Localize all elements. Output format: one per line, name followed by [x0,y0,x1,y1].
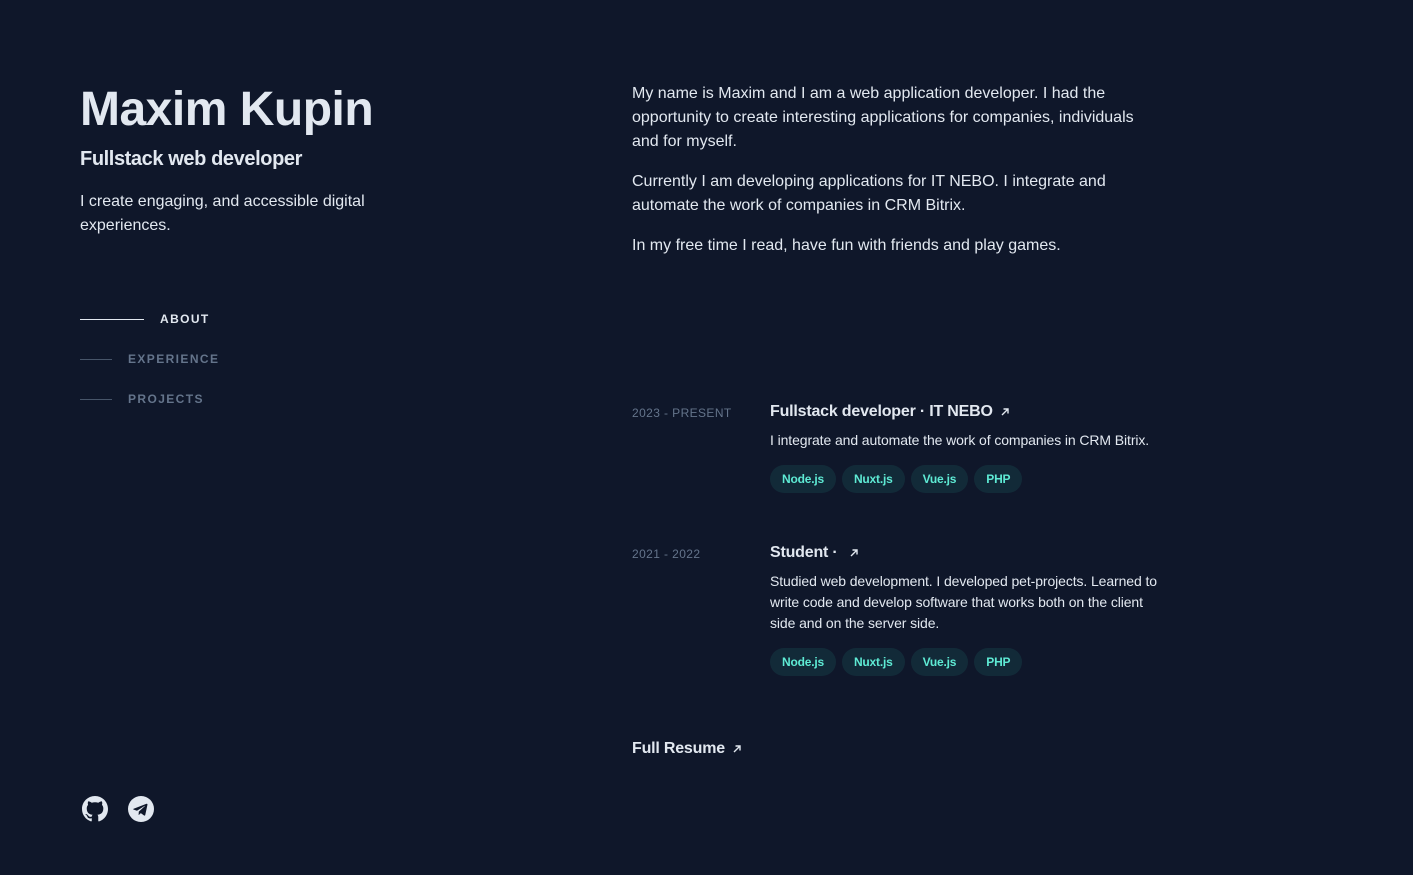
tech-tag: Nuxt.js [841,465,905,493]
about-paragraph: My name is Maxim and I am a web applicat… [632,85,1134,150]
nav-label: PROJECTS [128,392,204,406]
about-paragraph: In my free time I read, have fun with fr… [632,237,1061,254]
social-links [82,796,154,822]
tech-tag: Node.js [770,465,836,493]
tech-tags: Node.js Nuxt.js Vue.js PHP [770,648,1170,676]
job-description: Studied web development. I developed pet… [770,573,1157,631]
job-role: Fullstack web developer [80,148,302,170]
external-link-arrow-icon [848,547,860,559]
telegram-link[interactable] [128,796,154,822]
tech-tag: PHP [974,648,1023,676]
external-link-arrow-icon [999,406,1011,418]
nav-item-about[interactable]: ABOUT [80,306,219,332]
tech-tag: Vue.js [910,648,969,676]
full-resume-link[interactable]: Full Resume [632,737,743,761]
job-title: Fullstack developer · IT NEBO [770,403,993,420]
full-resume-label: Full Resume [632,740,725,757]
site-name[interactable]: Maxim Kupin [80,78,440,142]
experience-item: 2023 - PRESENT Fullstack developer · IT … [632,400,1177,493]
nav-indicator [80,358,112,360]
tech-tag: Node.js [770,648,836,676]
job-date: 2023 - PRESENT [632,406,732,420]
tagline: I create engaging, and accessible digita… [80,193,365,234]
tech-tag: PHP [974,465,1023,493]
portfolio-page: Maxim Kupin Fullstack web developer I cr… [0,0,1413,875]
about-paragraph: Currently I am developing applications f… [632,173,1106,214]
job-description: I integrate and automate the work of com… [770,432,1150,448]
header: Maxim Kupin Fullstack web developer I cr… [80,78,440,238]
github-link[interactable] [82,796,108,822]
github-icon [82,796,108,822]
nav-indicator [80,398,112,400]
experience-item: 2021 - 2022 Student · Studied web develo… [632,541,1177,676]
external-link-arrow-icon [731,743,743,755]
job-title-link[interactable]: Student · [770,541,860,565]
section-nav: ABOUT EXPERIENCE PROJECTS [80,306,219,426]
job-body: Student · Studied web development. I dev… [770,541,1170,676]
nav-indicator [80,318,144,320]
nav-item-experience[interactable]: EXPERIENCE [80,346,219,372]
experience-section: 2023 - PRESENT Fullstack developer · IT … [632,400,1177,724]
job-date: 2021 - 2022 [632,547,701,561]
tech-tag: Nuxt.js [841,648,905,676]
telegram-icon [128,796,154,822]
job-body: Fullstack developer · IT NEBO I integrat… [770,400,1170,493]
tech-tags: Node.js Nuxt.js Vue.js PHP [770,465,1170,493]
nav-label: ABOUT [160,312,210,326]
tech-tag: Vue.js [910,465,969,493]
nav-label: EXPERIENCE [128,352,220,366]
nav-item-projects[interactable]: PROJECTS [80,386,219,412]
job-title-link[interactable]: Fullstack developer · IT NEBO [770,400,1011,424]
job-title: Student · [770,544,842,561]
about-section: My name is Maxim and I am a web applicat… [632,82,1172,274]
